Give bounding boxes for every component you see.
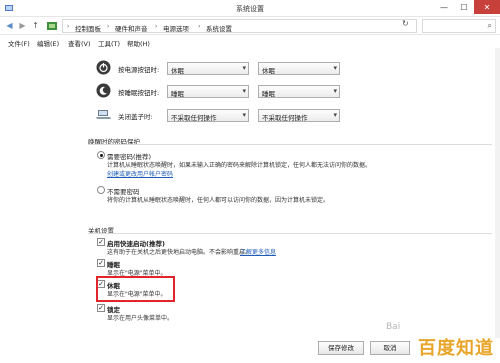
watermark-small-text: Bai bbox=[386, 322, 401, 332]
divider bbox=[88, 144, 492, 145]
select-value: 睡眠 bbox=[262, 90, 275, 98]
lid-close-battery-select[interactable]: 不采取任何操作 ▾ bbox=[167, 109, 249, 122]
watermark-text: 百度知道 bbox=[418, 338, 494, 359]
back-button[interactable]: ◀ bbox=[4, 20, 15, 31]
sleep-button-battery-select[interactable]: 睡眠 ▾ bbox=[167, 85, 249, 98]
fast-startup-checkbox[interactable]: ✓ bbox=[97, 238, 105, 246]
divider bbox=[88, 233, 492, 234]
address-bar: ◀ ▶ ↑ › 控制面板 › 硬件和声音 › 电源选项 › 系统设置 ↻ ⌕ bbox=[0, 17, 500, 35]
control-panel-icon bbox=[47, 22, 57, 30]
lid-close-row: 关闭盖子时: 不采取任何操作 ▾ 不采取任何操作 ▾ bbox=[84, 106, 384, 126]
breadcrumb-sep: › bbox=[155, 23, 158, 30]
no-password-desc: 将你的计算机从睡眠状态唤醒时，任何人都可以访问你的数据，因为计算机未锁定。 bbox=[107, 197, 330, 204]
minimize-button[interactable]: — bbox=[434, 0, 454, 14]
breadcrumb-sep: › bbox=[107, 23, 110, 30]
menu-view[interactable]: 查看(V) bbox=[68, 38, 91, 48]
laptop-lid-icon bbox=[96, 110, 111, 119]
sleep-button-row: 按睡眠按钮时: 睡眠 ▾ 睡眠 ▾ bbox=[84, 82, 384, 102]
learn-more-link[interactable]: 了解更多信息 bbox=[240, 247, 276, 256]
breadcrumb-power-options[interactable]: 电源选项 bbox=[163, 23, 189, 33]
power-button-battery-select[interactable]: 休眠 ▾ bbox=[167, 62, 249, 75]
title-bar: 系统设置 — ☐ ✕ bbox=[0, 0, 500, 17]
menu-bar: 文件(F) 编辑(E) 查看(V) 工具(T) 帮助(H) bbox=[0, 36, 500, 48]
chevron-down-icon: ▾ bbox=[242, 64, 246, 72]
search-icon: ⌕ bbox=[487, 21, 492, 30]
breadcrumb-system-settings[interactable]: 系统设置 bbox=[206, 23, 232, 33]
power-button-icon bbox=[96, 60, 111, 75]
select-value: 休眠 bbox=[171, 67, 184, 75]
lid-close-plugged-select[interactable]: 不采取任何操作 ▾ bbox=[258, 109, 340, 122]
breadcrumb-control-panel[interactable]: 控制面板 bbox=[75, 23, 101, 33]
lock-desc: 显示在用户头像菜单中。 bbox=[107, 315, 174, 322]
chevron-down-icon: ▾ bbox=[242, 111, 246, 119]
sleep-button-plugged-select[interactable]: 睡眠 ▾ bbox=[258, 85, 340, 98]
power-button-label: 按电源按钮时: bbox=[118, 66, 160, 74]
chevron-down-icon: ▾ bbox=[333, 111, 337, 119]
chevron-down-icon: ▾ bbox=[242, 87, 246, 95]
forward-button[interactable]: ▶ bbox=[17, 20, 28, 31]
address-box[interactable]: › 控制面板 › 硬件和声音 › 电源选项 › 系统设置 bbox=[62, 19, 417, 33]
menu-tools[interactable]: 工具(T) bbox=[98, 38, 120, 48]
no-password-radio[interactable] bbox=[97, 186, 105, 194]
menu-edit[interactable]: 编辑(E) bbox=[37, 38, 59, 48]
up-button[interactable]: ↑ bbox=[30, 20, 41, 31]
breadcrumb-sep: › bbox=[198, 23, 201, 30]
breadcrumb-hardware-sound[interactable]: 硬件和声音 bbox=[115, 23, 148, 33]
menu-help[interactable]: 帮助(H) bbox=[127, 38, 150, 48]
close-button[interactable]: ✕ bbox=[474, 0, 500, 14]
select-value: 休眠 bbox=[262, 67, 275, 75]
lid-close-label: 关闭盖子时: bbox=[118, 113, 153, 121]
lock-checkbox[interactable]: ✓ bbox=[97, 304, 105, 312]
power-button-plugged-select[interactable]: 休眠 ▾ bbox=[258, 62, 340, 75]
chevron-down-icon: ▾ bbox=[333, 64, 337, 72]
require-password-desc: 计算机从睡眠状态唤醒时，如果未输入正确的密码来解除计算机锁定，任何人都无法访问你… bbox=[107, 162, 372, 169]
search-input[interactable]: ⌕ bbox=[422, 19, 496, 33]
sleep-button-icon bbox=[96, 83, 111, 98]
menu-file[interactable]: 文件(F) bbox=[8, 38, 30, 48]
fast-startup-desc: 这有助于在关机之后更快地启动电脑。不会影响重启。 bbox=[107, 249, 252, 256]
refresh-icon[interactable]: ↻ bbox=[402, 19, 409, 28]
scrollbar[interactable] bbox=[495, 48, 500, 338]
select-value: 睡眠 bbox=[171, 90, 184, 98]
create-change-password-link[interactable]: 创建或更改用户帐户密码 bbox=[107, 169, 173, 178]
hibernate-highlight-box bbox=[96, 276, 175, 302]
select-value: 不采取任何操作 bbox=[262, 114, 308, 122]
window-title: 系统设置 bbox=[236, 5, 264, 13]
save-changes-button[interactable]: 保存修改 bbox=[318, 341, 364, 355]
sleep-button-label: 按睡眠按钮时: bbox=[118, 89, 160, 97]
sleep-checkbox[interactable]: ✓ bbox=[97, 259, 105, 267]
baidu-watermark: Bai 百度知道 bbox=[382, 322, 500, 362]
select-value: 不采取任何操作 bbox=[171, 114, 217, 122]
power-button-row: 按电源按钮时: 休眠 ▾ 休眠 ▾ bbox=[84, 59, 384, 79]
maximize-button[interactable]: ☐ bbox=[454, 0, 474, 14]
breadcrumb-sep: › bbox=[67, 23, 70, 30]
chevron-down-icon: ▾ bbox=[333, 87, 337, 95]
require-password-radio[interactable] bbox=[97, 151, 105, 159]
